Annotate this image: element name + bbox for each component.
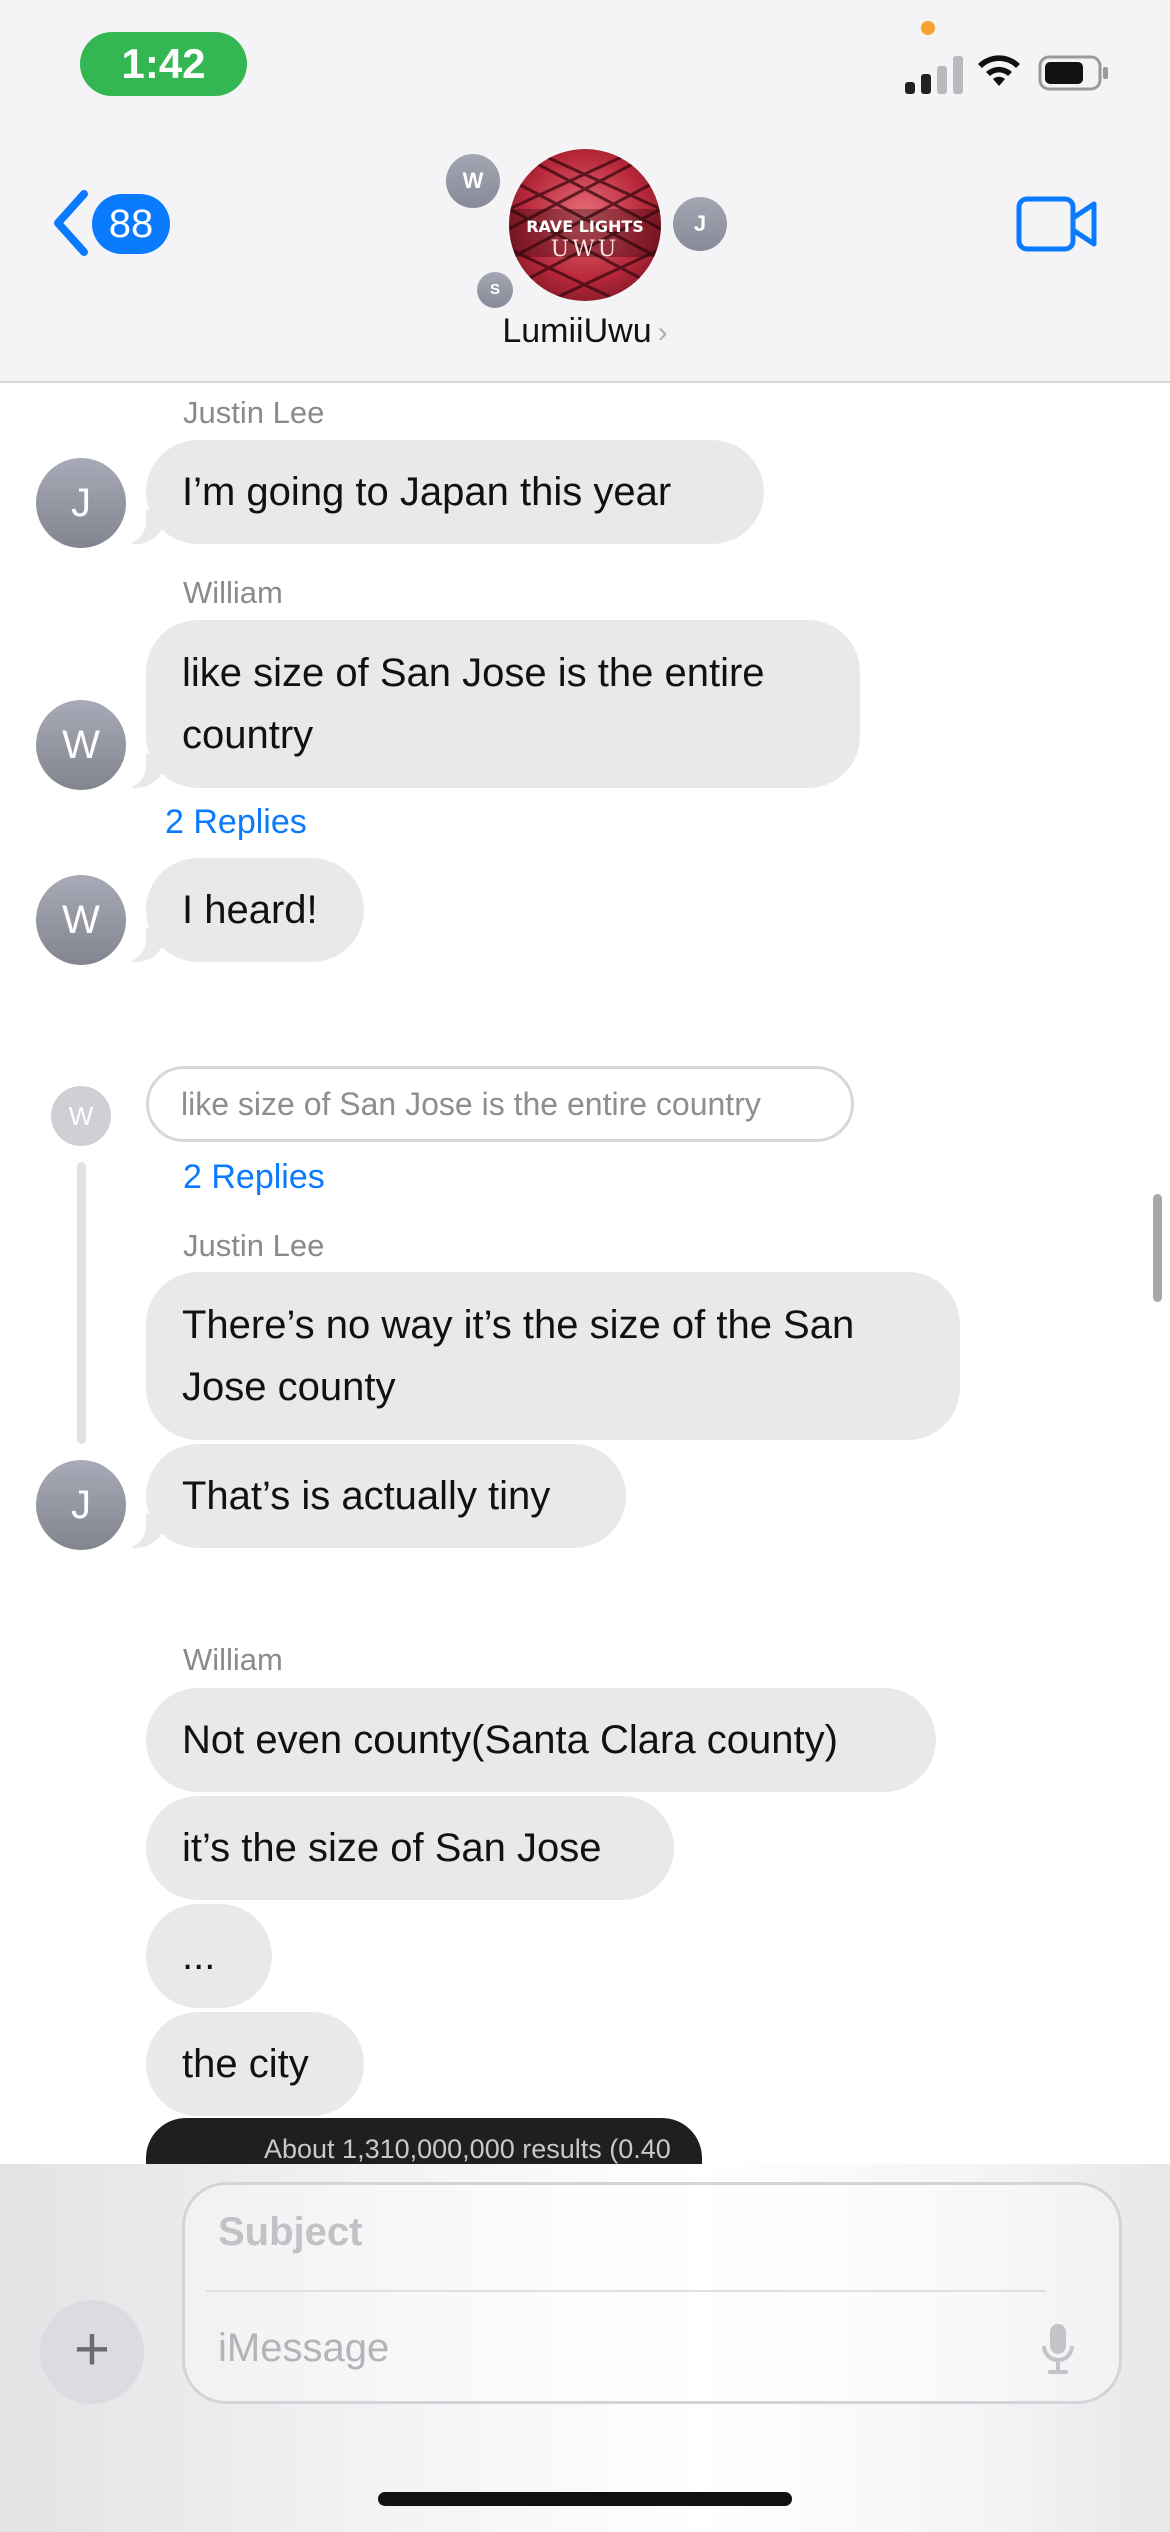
message-bubble[interactable]: it’s the size of San Jose <box>146 1796 674 1900</box>
wifi-icon <box>978 55 1020 86</box>
plus-icon[interactable]: + <box>40 2300 144 2404</box>
sender-avatar[interactable]: J <box>36 458 126 548</box>
link-preview-bubble[interactable]: About 1,310,000,000 results (0.40 <box>146 2118 702 2168</box>
message-bubble[interactable]: I’m going to Japan this year <box>122 440 764 544</box>
message-bubble[interactable]: like size of San Jose is the entire coun… <box>122 620 860 788</box>
thread-quote-avatar: W <box>51 1086 111 1146</box>
sender-name: William <box>183 1642 283 1677</box>
message-text: I heard! <box>182 888 318 932</box>
video-call-icon[interactable] <box>1016 196 1098 252</box>
member-avatar-s: S <box>477 272 513 308</box>
sender-avatar[interactable]: J <box>36 1460 126 1550</box>
chevron-right-icon: › <box>657 316 668 349</box>
message-bubble[interactable]: Not even county(Santa Clara county) <box>146 1688 936 1792</box>
home-indicator[interactable] <box>378 2492 792 2506</box>
sender-name: Justin Lee <box>183 1228 325 1263</box>
status-time: 1:42 <box>80 32 247 96</box>
privacy-indicator-dot <box>921 21 935 35</box>
cellular-signal-icon <box>905 56 963 94</box>
thread-replies-link[interactable]: 2 Replies <box>183 1158 325 1197</box>
sender-name: William <box>183 575 283 610</box>
member-avatar-w: W <box>446 154 500 208</box>
back-chevron-icon[interactable] <box>48 188 92 258</box>
imessage-field[interactable]: iMessage <box>218 2326 389 2371</box>
group-avatar-text-bottom: UWU <box>550 237 620 262</box>
message-bubble[interactable]: I heard! <box>122 858 364 962</box>
member-avatar-j: J <box>673 197 727 251</box>
message-text: I’m going to Japan this year <box>182 470 672 514</box>
thread-connector-line <box>77 1162 86 1444</box>
conversation-header: 1:42 88 W J S RAVE LIGHTS UWU LumiiUwu › <box>0 0 1170 383</box>
group-avatar-text-top: RAVE LIGHTS <box>526 217 644 236</box>
message-text: That’s is actually tiny <box>182 1474 551 1518</box>
message-text: like size of San Jose is the entire coun… <box>182 651 765 757</box>
battery-icon <box>1038 55 1108 91</box>
group-name-button[interactable]: LumiiUwu › <box>0 312 1170 351</box>
group-name: LumiiUwu <box>502 312 652 350</box>
message-bubble[interactable]: There’s no way it’s the size of the San … <box>146 1272 960 1440</box>
message-text: There’s no way it’s the size of the San … <box>182 1303 855 1409</box>
message-bubble[interactable]: That’s is actually tiny <box>122 1444 626 1548</box>
replies-link[interactable]: 2 Replies <box>165 803 307 842</box>
message-bubble[interactable]: ... <box>146 1904 272 2008</box>
sender-avatar[interactable]: W <box>36 700 126 790</box>
composer-divider <box>206 2290 1046 2292</box>
message-bubble[interactable]: the city <box>146 2012 364 2116</box>
sender-avatar[interactable]: W <box>36 875 126 965</box>
thread-quoted-message[interactable]: like size of San Jose is the entire coun… <box>146 1066 854 1142</box>
message-text: it’s the size of San Jose <box>182 1826 602 1870</box>
message-text: the city <box>182 2042 309 2086</box>
scroll-indicator[interactable] <box>1153 1194 1162 1302</box>
microphone-icon[interactable] <box>1040 2322 1076 2378</box>
message-text: Not even county(Santa Clara county) <box>182 1718 838 1762</box>
sender-name: Justin Lee <box>183 395 325 430</box>
group-avatar[interactable]: RAVE LIGHTS UWU <box>509 149 661 301</box>
back-unread-badge[interactable]: 88 <box>92 194 170 254</box>
message-text: ... <box>182 1934 216 1978</box>
subject-field[interactable]: Subject <box>218 2210 362 2255</box>
